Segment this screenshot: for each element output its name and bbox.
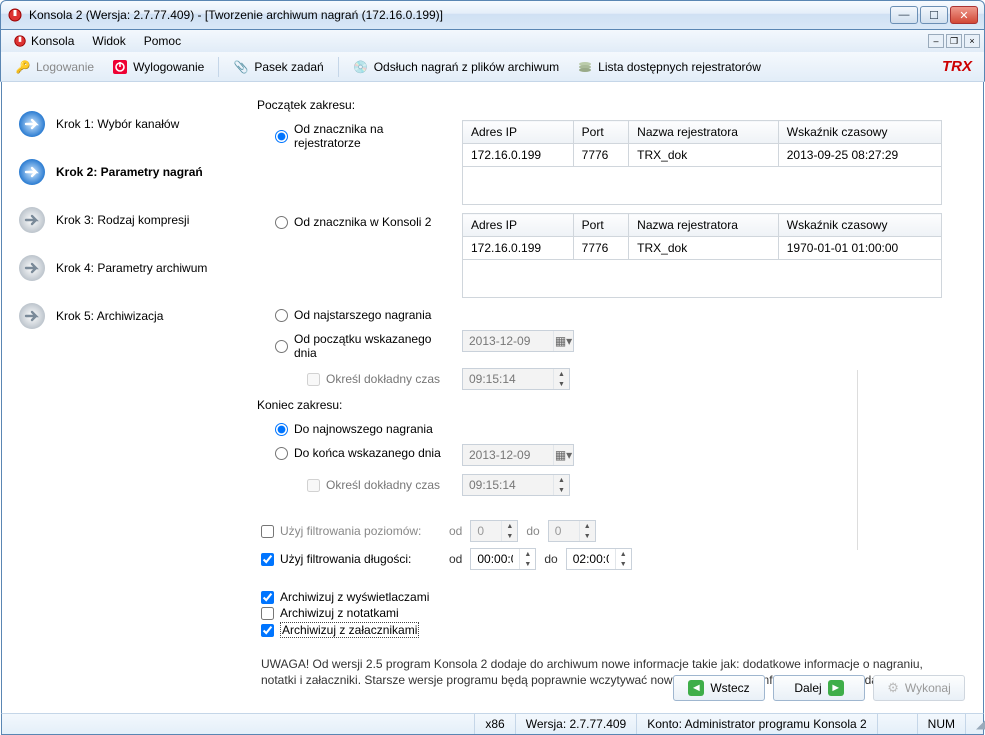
step-3-label: Krok 3: Rodzaj kompresji bbox=[56, 213, 189, 227]
radio-to-newest[interactable]: Do najnowszego nagrania bbox=[275, 420, 450, 436]
start-date-field[interactable]: ▦▾ bbox=[462, 330, 574, 352]
toolbar-odsluch[interactable]: 💿 Odsłuch nagrań z plików archiwum bbox=[345, 56, 567, 78]
duration-to-field[interactable]: ▲▼ bbox=[566, 548, 632, 570]
menu-konsola[interactable]: Konsola bbox=[5, 32, 82, 50]
status-empty bbox=[2, 714, 474, 734]
toolbar-lista[interactable]: Lista dostępnych rejestratorów bbox=[569, 56, 769, 78]
close-button[interactable]: ✕ bbox=[950, 6, 978, 24]
checkbox-archive-attachments[interactable]: Archiwizuj z załacznikami bbox=[261, 622, 963, 638]
title-bar: Konsola 2 (Wersja: 2.7.77.409) - [Tworze… bbox=[0, 0, 985, 30]
arrow-left-icon: ◄ bbox=[688, 680, 704, 696]
divider bbox=[857, 370, 858, 550]
mdi-restore-button[interactable]: ❐ bbox=[946, 34, 962, 48]
calendar-icon[interactable]: ▦▾ bbox=[553, 445, 573, 465]
col-timestamp[interactable]: Wskaźnik czasowy bbox=[778, 121, 941, 144]
attachment-icon: 📎 bbox=[233, 59, 249, 75]
step-bullet-done-icon bbox=[18, 110, 46, 138]
step-2[interactable]: Krok 2: Parametry nagrań bbox=[12, 148, 237, 196]
toolbar-wylogowanie[interactable]: Wylogowanie bbox=[104, 56, 212, 78]
checkbox-start-exact-time[interactable]: Określ dokładny czas bbox=[307, 372, 450, 386]
step-4-label: Krok 4: Parametry archiwum bbox=[56, 261, 207, 275]
status-account: Konto: Administrator programu Konsola 2 bbox=[636, 714, 876, 734]
resize-grip[interactable]: ◢ bbox=[965, 714, 983, 734]
window-title: Konsola 2 (Wersja: 2.7.77.409) - [Tworze… bbox=[29, 8, 884, 22]
checkbox-archive-displays[interactable]: Archiwizuj z wyświetlaczami bbox=[261, 590, 963, 604]
stack-icon bbox=[577, 59, 593, 75]
duration-from-field[interactable]: ▲▼ bbox=[470, 548, 536, 570]
step-bullet-icon bbox=[18, 206, 46, 234]
next-button[interactable]: Dalej ► bbox=[773, 675, 865, 701]
console-marker-table: Adres IP Port Nazwa rejestratora Wskaźni… bbox=[462, 213, 942, 298]
key-icon: 🔑 bbox=[15, 59, 31, 75]
arrow-right-icon: ► bbox=[828, 680, 844, 696]
disc-icon: 💿 bbox=[353, 59, 369, 75]
toolbar: 🔑 Logowanie Wylogowanie 📎 Pasek zadań 💿 … bbox=[0, 52, 985, 82]
step-5[interactable]: Krok 5: Archiwizacja bbox=[12, 292, 237, 340]
wizard-sidebar: Krok 1: Wybór kanałów Krok 2: Parametry … bbox=[2, 82, 247, 713]
col-ip[interactable]: Adres IP bbox=[463, 214, 574, 237]
start-time-field[interactable]: ▲▼ bbox=[462, 368, 570, 390]
step-4[interactable]: Krok 4: Parametry archiwum bbox=[12, 244, 237, 292]
main-panel: Początek zakresu: Od znacznika na rejest… bbox=[247, 82, 983, 713]
mdi-minimize-button[interactable]: – bbox=[928, 34, 944, 48]
status-arch: x86 bbox=[474, 714, 514, 734]
status-num: NUM bbox=[917, 714, 965, 734]
menu-pomoc[interactable]: Pomoc bbox=[136, 32, 189, 50]
step-bullet-icon bbox=[18, 302, 46, 330]
step-5-label: Krok 5: Archiwizacja bbox=[56, 309, 163, 323]
radio-from-recorder-marker[interactable]: Od znacznika na rejestratorze bbox=[275, 120, 450, 150]
step-bullet-icon bbox=[18, 254, 46, 282]
checkbox-end-exact-time[interactable]: Określ dokładny czas bbox=[307, 478, 450, 492]
toolbar-pasek-zadan[interactable]: 📎 Pasek zadań bbox=[225, 56, 331, 78]
step-2-label: Krok 2: Parametry nagrań bbox=[56, 165, 203, 179]
end-date-field[interactable]: ▦▾ bbox=[462, 444, 574, 466]
checkbox-filter-duration[interactable]: Użyj filtrowania długości: bbox=[261, 552, 441, 566]
col-name[interactable]: Nazwa rejestratora bbox=[629, 214, 779, 237]
menu-widok[interactable]: Widok bbox=[84, 32, 133, 50]
status-bar: x86 Wersja: 2.7.77.409 Konto: Administra… bbox=[1, 713, 984, 735]
col-ip[interactable]: Adres IP bbox=[463, 121, 574, 144]
app-icon bbox=[7, 7, 23, 23]
checkbox-archive-notes[interactable]: Archiwizuj z notatkami bbox=[261, 606, 963, 620]
calendar-icon[interactable]: ▦▾ bbox=[553, 331, 573, 351]
menu-bar: Konsola Widok Pomoc – ❐ × bbox=[0, 30, 985, 52]
table-row[interactable]: 172.16.0.199 7776 TRX_dok 2013-09-25 08:… bbox=[463, 144, 942, 167]
end-time-field[interactable]: ▲▼ bbox=[462, 474, 570, 496]
col-timestamp[interactable]: Wskaźnik czasowy bbox=[778, 214, 941, 237]
toolbar-logowanie: 🔑 Logowanie bbox=[7, 56, 102, 78]
col-port[interactable]: Port bbox=[573, 214, 629, 237]
brand-logo: TRX bbox=[942, 58, 978, 75]
radio-from-oldest[interactable]: Od najstarszego nagrania bbox=[275, 306, 450, 322]
range-start-label: Początek zakresu: bbox=[257, 98, 963, 112]
minimize-button[interactable]: — bbox=[890, 6, 918, 24]
checkbox-filter-levels[interactable]: Użyj filtrowania poziomów: bbox=[261, 524, 441, 538]
gear-icon: ⚙ bbox=[887, 680, 899, 696]
level-to-field[interactable]: ▲▼ bbox=[548, 520, 596, 542]
mdi-close-button[interactable]: × bbox=[964, 34, 980, 48]
col-name[interactable]: Nazwa rejestratora bbox=[629, 121, 779, 144]
step-1[interactable]: Krok 1: Wybór kanałów bbox=[12, 100, 237, 148]
step-3[interactable]: Krok 3: Rodzaj kompresji bbox=[12, 196, 237, 244]
step-1-label: Krok 1: Wybór kanałów bbox=[56, 117, 179, 131]
step-bullet-active-icon bbox=[18, 158, 46, 186]
execute-button: ⚙ Wykonaj bbox=[873, 675, 965, 701]
table-row[interactable]: 172.16.0.199 7776 TRX_dok 1970-01-01 01:… bbox=[463, 237, 942, 260]
radio-to-day-end[interactable]: Do końca wskazanego dnia bbox=[275, 444, 450, 460]
status-version: Wersja: 2.7.77.409 bbox=[515, 714, 637, 734]
recorder-marker-table: Adres IP Port Nazwa rejestratora Wskaźni… bbox=[462, 120, 942, 205]
menu-konsola-label: Konsola bbox=[31, 34, 74, 48]
col-port[interactable]: Port bbox=[573, 121, 629, 144]
radio-from-console-marker[interactable]: Od znacznika w Konsoli 2 bbox=[275, 213, 450, 229]
power-icon bbox=[112, 59, 128, 75]
back-button[interactable]: ◄ Wstecz bbox=[673, 675, 765, 701]
maximize-button[interactable]: ☐ bbox=[920, 6, 948, 24]
level-from-field[interactable]: ▲▼ bbox=[470, 520, 518, 542]
radio-from-day-start[interactable]: Od początku wskazanego dnia bbox=[275, 330, 450, 360]
